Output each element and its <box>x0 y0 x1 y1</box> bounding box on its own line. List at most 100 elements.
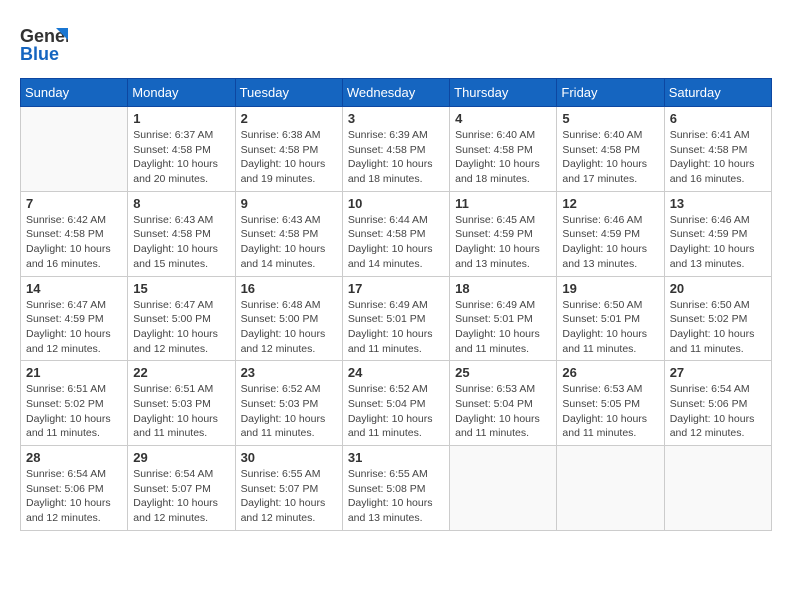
day-info: Sunrise: 6:49 AMSunset: 5:01 PMDaylight:… <box>348 298 444 357</box>
calendar-cell: 1 Sunrise: 6:37 AMSunset: 4:58 PMDaylight… <box>128 107 235 192</box>
day-info: Sunrise: 6:55 AMSunset: 5:07 PMDaylight:… <box>241 467 337 526</box>
day-number: 6 <box>670 111 766 126</box>
calendar-cell: 6 Sunrise: 6:41 AMSunset: 4:58 PMDaylight… <box>664 107 771 192</box>
day-info: Sunrise: 6:43 AMSunset: 4:58 PMDaylight:… <box>241 213 337 272</box>
calendar-cell: 14Sunrise: 6:47 AMSunset: 4:59 PMDayligh… <box>21 276 128 361</box>
day-info: Sunrise: 6:40 AMSunset: 4:58 PMDaylight:… <box>562 128 658 187</box>
day-number: 17 <box>348 281 444 296</box>
calendar-cell: 2 Sunrise: 6:38 AMSunset: 4:58 PMDaylight… <box>235 107 342 192</box>
logo-icon: General Blue <box>20 20 68 68</box>
weekday-header-thursday: Thursday <box>450 79 557 107</box>
day-number: 30 <box>241 450 337 465</box>
page-header: General Blue <box>20 20 772 68</box>
day-info: Sunrise: 6:54 AMSunset: 5:06 PMDaylight:… <box>670 382 766 441</box>
day-number: 26 <box>562 365 658 380</box>
calendar-cell: 17 Sunrise: 6:49 AMSunset: 5:01 PMDayligh… <box>342 276 449 361</box>
day-info: Sunrise: 6:46 AMSunset: 4:59 PMDaylight:… <box>562 213 658 272</box>
day-number: 10 <box>348 196 444 211</box>
weekday-header-row: SundayMondayTuesdayWednesdayThursdayFrid… <box>21 79 772 107</box>
day-info: Sunrise: 6:51 AMSunset: 5:03 PMDaylight:… <box>133 382 229 441</box>
calendar-cell: 26Sunrise: 6:53 AMSunset: 5:05 PMDayligh… <box>557 361 664 446</box>
day-info: Sunrise: 6:39 AMSunset: 4:58 PMDaylight:… <box>348 128 444 187</box>
day-info: Sunrise: 6:38 AMSunset: 4:58 PMDaylight:… <box>241 128 337 187</box>
day-number: 25 <box>455 365 551 380</box>
day-number: 9 <box>241 196 337 211</box>
day-number: 27 <box>670 365 766 380</box>
calendar-cell: 27 Sunrise: 6:54 AMSunset: 5:06 PMDayligh… <box>664 361 771 446</box>
calendar-week-3: 14Sunrise: 6:47 AMSunset: 4:59 PMDayligh… <box>21 276 772 361</box>
calendar-cell: 23 Sunrise: 6:52 AMSunset: 5:03 PMDayligh… <box>235 361 342 446</box>
day-number: 14 <box>26 281 122 296</box>
calendar-cell: 31 Sunrise: 6:55 AMSunset: 5:08 PMDayligh… <box>342 446 449 531</box>
day-info: Sunrise: 6:52 AMSunset: 5:03 PMDaylight:… <box>241 382 337 441</box>
day-info: Sunrise: 6:53 AMSunset: 5:04 PMDaylight:… <box>455 382 551 441</box>
calendar-cell <box>557 446 664 531</box>
weekday-header-tuesday: Tuesday <box>235 79 342 107</box>
day-info: Sunrise: 6:49 AMSunset: 5:01 PMDaylight:… <box>455 298 551 357</box>
day-number: 22 <box>133 365 229 380</box>
day-number: 23 <box>241 365 337 380</box>
day-info: Sunrise: 6:55 AMSunset: 5:08 PMDaylight:… <box>348 467 444 526</box>
calendar-cell: 4 Sunrise: 6:40 AMSunset: 4:58 PMDaylight… <box>450 107 557 192</box>
calendar-week-4: 21 Sunrise: 6:51 AMSunset: 5:02 PMDayligh… <box>21 361 772 446</box>
day-number: 13 <box>670 196 766 211</box>
calendar-week-1: 1 Sunrise: 6:37 AMSunset: 4:58 PMDaylight… <box>21 107 772 192</box>
calendar-cell: 12 Sunrise: 6:46 AMSunset: 4:59 PMDayligh… <box>557 191 664 276</box>
svg-text:Blue: Blue <box>20 44 59 64</box>
calendar-cell: 13Sunrise: 6:46 AMSunset: 4:59 PMDayligh… <box>664 191 771 276</box>
day-number: 12 <box>562 196 658 211</box>
weekday-header-friday: Friday <box>557 79 664 107</box>
calendar-cell: 22 Sunrise: 6:51 AMSunset: 5:03 PMDayligh… <box>128 361 235 446</box>
logo: General Blue <box>20 20 68 68</box>
calendar-cell: 15 Sunrise: 6:47 AMSunset: 5:00 PMDayligh… <box>128 276 235 361</box>
day-info: Sunrise: 6:54 AMSunset: 5:07 PMDaylight:… <box>133 467 229 526</box>
day-info: Sunrise: 6:42 AMSunset: 4:58 PMDaylight:… <box>26 213 122 272</box>
day-info: Sunrise: 6:54 AMSunset: 5:06 PMDaylight:… <box>26 467 122 526</box>
day-number: 20 <box>670 281 766 296</box>
day-number: 4 <box>455 111 551 126</box>
day-info: Sunrise: 6:45 AMSunset: 4:59 PMDaylight:… <box>455 213 551 272</box>
day-info: Sunrise: 6:47 AMSunset: 5:00 PMDaylight:… <box>133 298 229 357</box>
calendar-table: SundayMondayTuesdayWednesdayThursdayFrid… <box>20 78 772 531</box>
day-info: Sunrise: 6:43 AMSunset: 4:58 PMDaylight:… <box>133 213 229 272</box>
day-number: 7 <box>26 196 122 211</box>
weekday-header-saturday: Saturday <box>664 79 771 107</box>
day-info: Sunrise: 6:44 AMSunset: 4:58 PMDaylight:… <box>348 213 444 272</box>
calendar-cell: 19Sunrise: 6:50 AMSunset: 5:01 PMDayligh… <box>557 276 664 361</box>
calendar-week-5: 28 Sunrise: 6:54 AMSunset: 5:06 PMDayligh… <box>21 446 772 531</box>
day-number: 1 <box>133 111 229 126</box>
day-number: 2 <box>241 111 337 126</box>
day-info: Sunrise: 6:41 AMSunset: 4:58 PMDaylight:… <box>670 128 766 187</box>
calendar-cell: 30 Sunrise: 6:55 AMSunset: 5:07 PMDayligh… <box>235 446 342 531</box>
calendar-week-2: 7 Sunrise: 6:42 AMSunset: 4:58 PMDaylight… <box>21 191 772 276</box>
calendar-cell <box>450 446 557 531</box>
day-number: 3 <box>348 111 444 126</box>
day-number: 31 <box>348 450 444 465</box>
calendar-cell: 16Sunrise: 6:48 AMSunset: 5:00 PMDayligh… <box>235 276 342 361</box>
calendar-cell: 24Sunrise: 6:52 AMSunset: 5:04 PMDayligh… <box>342 361 449 446</box>
calendar-cell: 5 Sunrise: 6:40 AMSunset: 4:58 PMDaylight… <box>557 107 664 192</box>
day-info: Sunrise: 6:40 AMSunset: 4:58 PMDaylight:… <box>455 128 551 187</box>
day-info: Sunrise: 6:37 AMSunset: 4:58 PMDaylight:… <box>133 128 229 187</box>
day-number: 19 <box>562 281 658 296</box>
weekday-header-sunday: Sunday <box>21 79 128 107</box>
day-number: 5 <box>562 111 658 126</box>
calendar-cell <box>664 446 771 531</box>
day-number: 24 <box>348 365 444 380</box>
calendar-cell <box>21 107 128 192</box>
day-number: 29 <box>133 450 229 465</box>
day-number: 21 <box>26 365 122 380</box>
day-number: 28 <box>26 450 122 465</box>
calendar-cell: 20 Sunrise: 6:50 AMSunset: 5:02 PMDayligh… <box>664 276 771 361</box>
weekday-header-monday: Monday <box>128 79 235 107</box>
calendar-cell: 25 Sunrise: 6:53 AMSunset: 5:04 PMDayligh… <box>450 361 557 446</box>
weekday-header-wednesday: Wednesday <box>342 79 449 107</box>
day-number: 15 <box>133 281 229 296</box>
day-number: 16 <box>241 281 337 296</box>
calendar-cell: 8Sunrise: 6:43 AMSunset: 4:58 PMDaylight… <box>128 191 235 276</box>
day-number: 11 <box>455 196 551 211</box>
day-info: Sunrise: 6:51 AMSunset: 5:02 PMDaylight:… <box>26 382 122 441</box>
calendar-cell: 21 Sunrise: 6:51 AMSunset: 5:02 PMDayligh… <box>21 361 128 446</box>
day-info: Sunrise: 6:50 AMSunset: 5:02 PMDaylight:… <box>670 298 766 357</box>
calendar-cell: 11 Sunrise: 6:45 AMSunset: 4:59 PMDayligh… <box>450 191 557 276</box>
